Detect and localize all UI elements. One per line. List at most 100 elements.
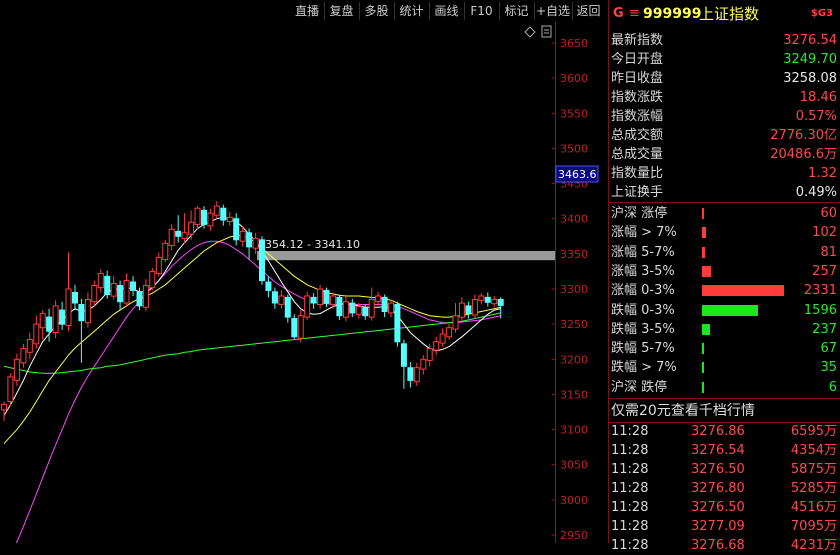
quote-label: 上证换手 [611,185,664,200]
divider [609,398,840,399]
breadth-row[interactable]: 跌幅 5-7% 67 [609,339,840,358]
tick-volume: 7095万 [790,519,837,534]
candle-body [362,307,369,317]
breadth-row[interactable]: 跌幅 0-3% 1596 [609,301,840,320]
breadth-bar [702,208,704,219]
breadth-bar [702,304,758,316]
breadth-value: 35 [820,360,837,376]
menu-icon[interactable]: ≡ [629,0,640,28]
replay-button[interactable]: 复盘 [324,2,360,20]
candle [130,276,136,296]
candle [84,292,91,328]
quote-label: 指数涨幅 [611,109,664,124]
candle [7,373,14,406]
candle-body [7,376,14,402]
candle [407,362,414,388]
back-button[interactable]: 返回 [572,2,605,20]
candle [413,362,420,386]
candle [220,204,227,226]
breadth-row[interactable]: 涨幅 5-7% 81 [609,243,840,262]
document-icon[interactable] [541,25,552,38]
candle [207,208,214,231]
candle [284,294,291,323]
candle-body [265,281,272,291]
price-tick-label: 3050 [560,459,588,472]
quote-row: 指数涨跌 18.46 [609,88,840,107]
candle [310,293,317,309]
breadth-row[interactable]: 沪深 涨停 60 [609,204,840,223]
candle-body [349,302,356,314]
quote-label: 指数涨跌 [611,90,664,105]
f10-button[interactable]: F10 [464,2,500,20]
add-watchlist-button[interactable]: +自选 [534,2,573,20]
candle-body [323,289,330,304]
candle [446,324,453,340]
candle-body [13,358,20,381]
stock-name: 上证指数 [699,5,760,23]
candle [1,401,7,422]
candle-body [446,327,453,338]
breadth-value: 102 [812,225,837,241]
breadth-label: 涨幅 0-3% [611,283,675,299]
moving-average-extra [15,240,501,543]
candle-body [91,285,98,303]
quote-panel: G ≡ 999999 上证指数 $G3 最新指数 3276.54 今日开盘 3249.… [608,0,840,553]
candle [420,355,427,375]
candle [478,293,485,305]
quote-row: 指数量比 1.32 [609,164,840,183]
mark-button[interactable]: 标记 [499,2,535,20]
candle-body [368,299,375,318]
quote-value: 1.32 [808,166,837,181]
candle [491,296,498,308]
diamond-marker-icon[interactable] [524,26,536,38]
candle-body [394,304,401,343]
tick-price: 3276.50 [691,462,745,477]
candle-body [123,280,130,304]
quote-row: 昨日收盘 3258.08 [609,69,840,88]
breadth-label: 涨幅 3-5% [611,263,675,279]
candle [33,315,40,349]
multi-stock-button[interactable]: 多股 [359,2,395,20]
price-tick-label: 3100 [560,424,588,437]
breadth-row[interactable]: 涨幅 0-3% 2331 [609,281,840,300]
candle-body [478,295,485,301]
candle [194,206,201,230]
statistics-button[interactable]: 统计 [394,2,430,20]
candle-body [355,306,362,315]
kline-chart[interactable]: 3650360035503500345034003350330032503200… [0,0,607,543]
breadth-label: 涨幅 5-7% [611,244,675,260]
candle-body [246,232,253,248]
candle-body [433,341,440,351]
candle [278,290,285,309]
breadth-row[interactable]: 跌幅 > 7% 35 [609,358,840,377]
candle [297,310,304,343]
promo-link[interactable]: 仅需20元查看千档行情 [609,400,840,422]
tick-row: 11:28 3276.54 4354万 [609,441,840,460]
candle [342,296,349,322]
candle [317,284,324,309]
candle-body [297,315,304,339]
candle-body [130,281,136,291]
breadth-row[interactable]: 涨幅 > 7% 102 [609,223,840,242]
breadth-row[interactable]: 涨幅 3-5% 257 [609,262,840,281]
candle-body [188,221,195,235]
candle [26,332,33,360]
quote-label: 总成交额 [611,128,664,143]
candle [452,303,459,333]
candle-body [317,288,324,305]
quote-value: 3276.54 [783,33,837,48]
breadth-row[interactable]: 沪深 跌停 6 [609,378,840,397]
price-tick-label: 3400 [560,213,588,226]
candle-body [59,309,66,325]
live-button[interactable]: 直播 [290,2,325,20]
candle [484,292,491,307]
draw-line-button[interactable]: 画线 [429,2,465,20]
breadth-value: 60 [820,206,837,221]
breadth-row[interactable]: 跌幅 3-5% 237 [609,320,840,339]
candle [104,270,111,299]
quote-row: 总成交量 20486.6万 [609,145,840,164]
tick-time: 11:28 [611,462,649,477]
candle-body [329,295,336,305]
candle [168,224,175,251]
candle [13,353,20,386]
